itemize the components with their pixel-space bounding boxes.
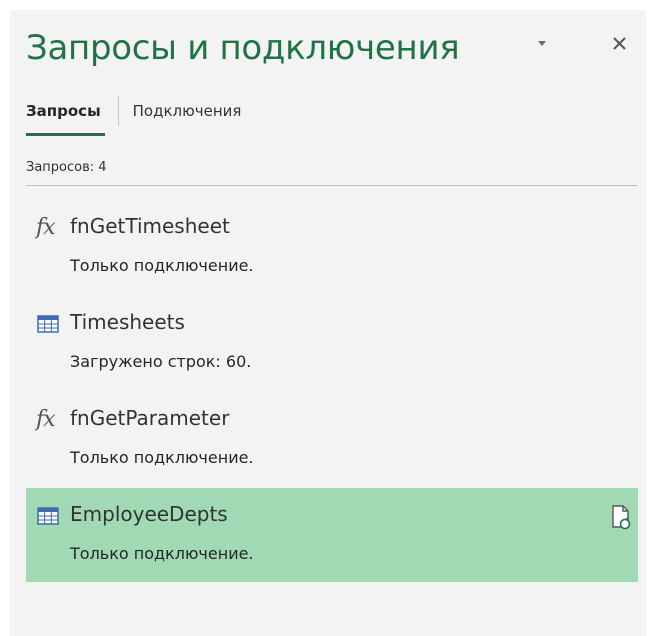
tab-queries[interactable]: Запросы: [26, 96, 105, 136]
pane-options-button[interactable]: [528, 30, 556, 58]
table-icon: [37, 507, 59, 525]
close-pane-button[interactable]: [606, 30, 634, 58]
query-item-timesheets[interactable]: Timesheets Загружено строк: 60.: [26, 296, 638, 390]
query-item-fngetparameter[interactable]: fx fnGetParameter Только подключение.: [26, 392, 638, 486]
header-divider: [26, 185, 637, 186]
query-status: Только подключение.: [70, 544, 254, 563]
tab-connections[interactable]: Подключения: [133, 96, 242, 130]
pane-title: Запросы и подключения: [26, 28, 460, 68]
query-name: EmployeeDepts: [70, 502, 228, 526]
refresh-document-icon[interactable]: [610, 504, 632, 530]
function-icon: fx: [36, 215, 56, 240]
tab-separator: [117, 96, 119, 126]
table-icon: [37, 315, 59, 333]
function-icon: fx: [36, 407, 56, 432]
query-item-fngettimesheet[interactable]: fx fnGetTimesheet Только подключение.: [26, 200, 638, 294]
query-status: Только подключение.: [70, 448, 254, 467]
query-name: Timesheets: [70, 310, 185, 334]
query-count: Запросов: 4: [26, 160, 107, 175]
caret-down-icon: [538, 41, 546, 46]
query-name: fnGetParameter: [70, 406, 230, 430]
close-icon: [613, 37, 626, 50]
pane-tabs: Запросы Подключения: [26, 96, 241, 136]
query-status: Загружено строк: 60.: [70, 352, 252, 371]
query-item-employeedepts[interactable]: EmployeeDepts Только подключение.: [26, 488, 638, 582]
query-status: Только подключение.: [70, 256, 254, 275]
query-name: fnGetTimesheet: [70, 214, 230, 238]
queries-connections-pane: Запросы и подключения Запросы Подключени…: [10, 10, 646, 636]
